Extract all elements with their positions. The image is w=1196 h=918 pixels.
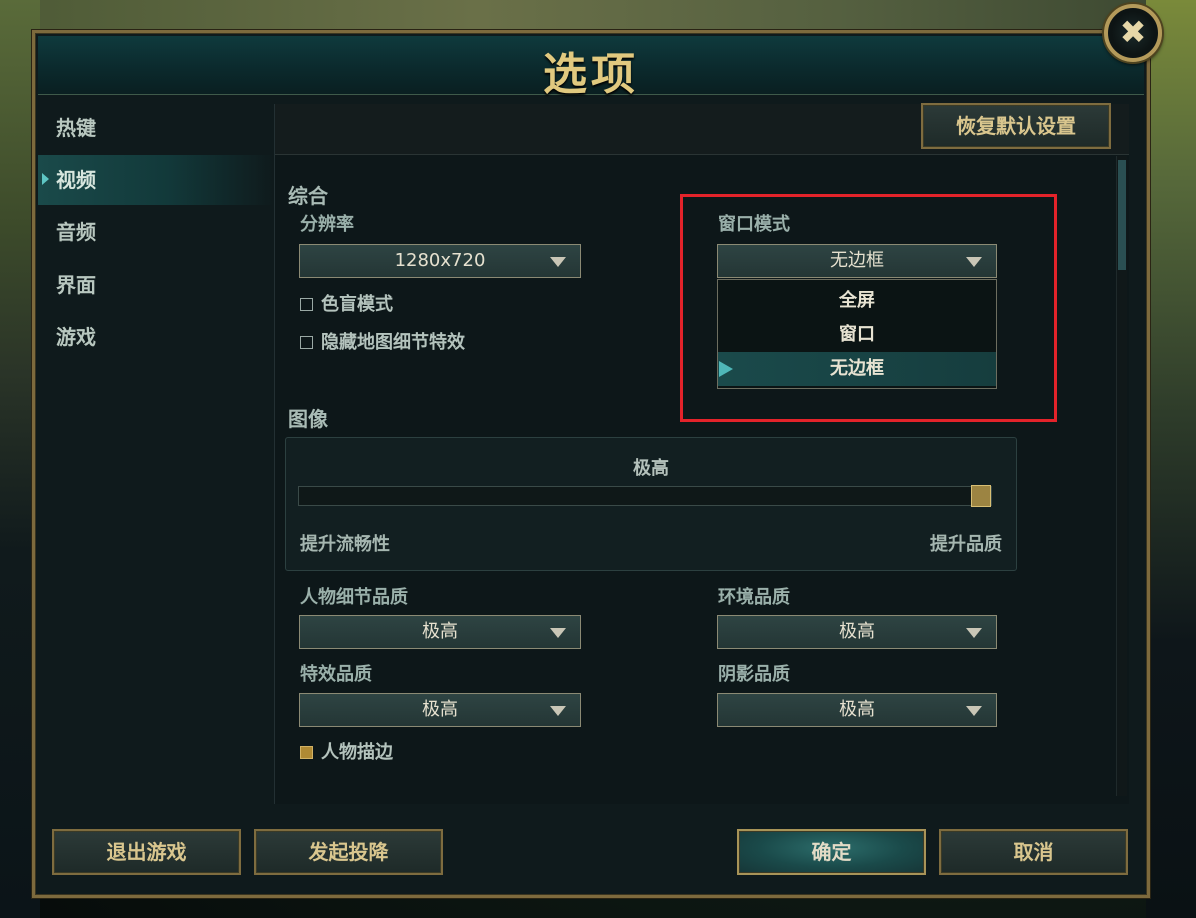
resolution-dropdown[interactable]: 1280x720 [299, 244, 581, 278]
sidebar-item-label: 热键 [56, 116, 96, 140]
sidebar-item-game[interactable]: 游戏 [38, 312, 274, 362]
reset-defaults-button[interactable]: 恢复默认设置 [921, 103, 1111, 149]
menu-item-borderless[interactable]: 无边框 [718, 352, 996, 386]
effects-quality-label: 特效品质 [300, 664, 372, 685]
character-outline-option[interactable]: 人物描边 [300, 738, 393, 764]
slider-fill [299, 487, 971, 505]
environment-quality-dropdown[interactable]: 极高 [717, 615, 997, 649]
menu-item-label: 窗口 [839, 324, 875, 345]
graphics-preset-panel: 极高 提升流畅性 提升品质 [285, 437, 1017, 571]
sidebar-item-label: 游戏 [56, 325, 96, 349]
shadow-quality-value: 极高 [839, 699, 875, 720]
menu-item-label: 无边框 [830, 358, 884, 379]
sidebar-item-sound[interactable]: 音频 [38, 207, 274, 257]
hide-eyecandy-label: 隐藏地图细节特效 [321, 332, 465, 353]
sidebar-item-video[interactable]: 视频 [38, 155, 274, 205]
character-quality-value: 极高 [422, 621, 458, 642]
hide-eyecandy-checkbox[interactable] [300, 336, 313, 349]
sidebar: 热键 视频 音频 界面 游戏 [38, 100, 274, 800]
menu-item-label: 全屏 [839, 290, 875, 311]
exit-game-button[interactable]: 退出游戏 [52, 829, 241, 875]
sidebar-item-label: 音频 [56, 220, 96, 244]
character-outline-label: 人物描边 [321, 742, 393, 763]
character-quality-label: 人物细节品质 [300, 587, 408, 608]
sidebar-item-hotkeys[interactable]: 热键 [38, 103, 274, 153]
graphics-preset-value: 极高 [633, 458, 669, 479]
slider-left-label: 提升流畅性 [300, 534, 390, 555]
character-outline-checkbox[interactable] [300, 746, 313, 759]
window-mode-value: 无边框 [830, 250, 884, 271]
close-icon: ✖ [1119, 13, 1147, 51]
sidebar-item-label: 界面 [56, 273, 96, 297]
chevron-down-icon [966, 628, 982, 638]
window-mode-dropdown[interactable]: 无边框 [717, 244, 997, 278]
graphics-slider[interactable] [298, 485, 992, 507]
colorblind-checkbox[interactable] [300, 298, 313, 311]
environment-quality-value: 极高 [839, 621, 875, 642]
section-general-label: 综合 [288, 184, 328, 208]
surrender-button[interactable]: 发起投降 [254, 829, 443, 875]
slider-right-label: 提升品质 [930, 534, 1002, 555]
colorblind-label: 色盲模式 [321, 294, 393, 315]
hide-eyecandy-option[interactable]: 隐藏地图细节特效 [300, 328, 465, 354]
title-bar: 选项 [38, 36, 1144, 100]
confirm-button[interactable]: 确定 [737, 829, 926, 875]
chevron-down-icon [966, 706, 982, 716]
resolution-label: 分辨率 [300, 214, 354, 235]
sidebar-item-interface[interactable]: 界面 [38, 260, 274, 310]
chevron-down-icon [550, 706, 566, 716]
environment-quality-label: 环境品质 [718, 587, 790, 608]
resolution-value: 1280x720 [394, 250, 486, 271]
window-mode-menu: 全屏 窗口 无边框 [717, 279, 997, 389]
sidebar-item-label: 视频 [56, 168, 96, 192]
close-button[interactable]: ✖ [1104, 4, 1162, 62]
effects-quality-dropdown[interactable]: 极高 [299, 693, 581, 727]
slider-handle[interactable] [971, 485, 991, 507]
colorblind-option[interactable]: 色盲模式 [300, 290, 393, 316]
cancel-button[interactable]: 取消 [939, 829, 1128, 875]
shadow-quality-dropdown[interactable]: 极高 [717, 693, 997, 727]
shadow-quality-label: 阴影品质 [718, 664, 790, 685]
chevron-down-icon [550, 257, 566, 267]
active-marker-icon [42, 173, 49, 185]
window-mode-label: 窗口模式 [718, 214, 790, 235]
chevron-down-icon [966, 257, 982, 267]
chevron-down-icon [550, 628, 566, 638]
effects-quality-value: 极高 [422, 699, 458, 720]
game-background-right [1146, 0, 1196, 918]
scrollbar-thumb[interactable] [1118, 160, 1126, 270]
window-title: 选项 [543, 49, 639, 100]
section-graphics-label: 图像 [288, 407, 328, 431]
selected-marker-icon [719, 361, 733, 377]
menu-item-windowed[interactable]: 窗口 [718, 318, 996, 352]
character-quality-dropdown[interactable]: 极高 [299, 615, 581, 649]
menu-item-fullscreen[interactable]: 全屏 [718, 284, 996, 318]
scrollbar[interactable] [1116, 156, 1127, 796]
